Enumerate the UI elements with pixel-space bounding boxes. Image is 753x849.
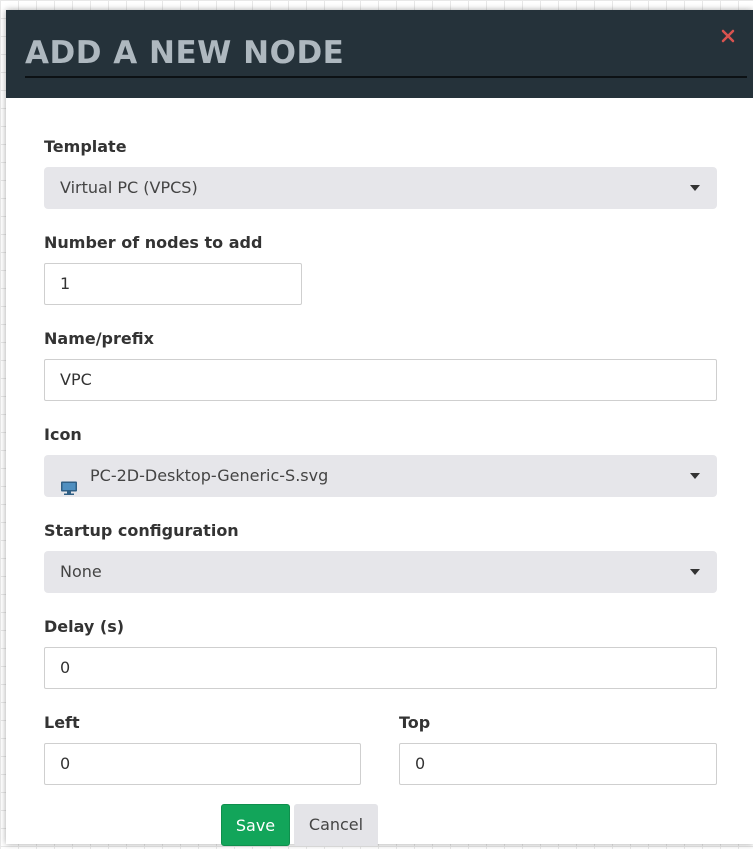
delay-field: Delay (s) 0 (44, 616, 717, 689)
count-input[interactable]: 1 (44, 263, 302, 305)
position-row: Left 0 Top 0 (44, 712, 717, 785)
delay-label: Delay (s) (44, 617, 125, 636)
name-input[interactable]: VPC (44, 359, 717, 401)
caret-down-icon (690, 473, 700, 479)
startup-label: Startup configuration (44, 521, 239, 540)
dialog-actions: Save Cancel (44, 804, 717, 846)
cancel-button[interactable]: Cancel (294, 804, 378, 846)
icon-select[interactable]: PC-2D-Desktop-Generic-S.svg (44, 455, 717, 497)
dialog-body: Template Virtual PC (VPCS) Number of nod… (6, 98, 753, 846)
delay-value: 0 (60, 658, 71, 677)
dialog-title: ADD A NEW NODE (25, 36, 747, 78)
icon-value: PC-2D-Desktop-Generic-S.svg (90, 466, 329, 485)
count-field: Number of nodes to add 1 (44, 232, 717, 305)
startup-select[interactable]: None (44, 551, 717, 593)
icon-field: Icon PC-2D-Desktop-Generic-S.svg (44, 424, 717, 497)
top-field: Top 0 (399, 712, 717, 785)
add-node-dialog: ADD A NEW NODE Template Virtual PC (VPCS… (6, 10, 753, 846)
startup-field: Startup configuration None (44, 520, 717, 593)
startup-value: None (60, 562, 102, 581)
save-button[interactable]: Save (221, 804, 290, 846)
delay-input[interactable]: 0 (44, 647, 717, 689)
caret-down-icon (690, 569, 700, 575)
name-label: Name/prefix (44, 329, 154, 348)
count-value: 1 (60, 274, 71, 293)
top-label: Top (399, 713, 431, 732)
template-value: Virtual PC (VPCS) (60, 178, 198, 197)
top-value: 0 (415, 754, 426, 773)
desktop-pc-icon (60, 469, 78, 495)
left-field: Left 0 (44, 712, 361, 785)
top-input[interactable]: 0 (399, 743, 717, 785)
name-field: Name/prefix VPC (44, 328, 717, 401)
close-icon[interactable] (721, 28, 735, 43)
name-value: VPC (60, 370, 92, 389)
dialog-header: ADD A NEW NODE (6, 10, 753, 98)
icon-label: Icon (44, 425, 82, 444)
template-field: Template Virtual PC (VPCS) (44, 136, 717, 209)
left-value: 0 (60, 754, 71, 773)
template-select[interactable]: Virtual PC (VPCS) (44, 167, 717, 209)
count-label: Number of nodes to add (44, 233, 263, 252)
left-label: Left (44, 713, 80, 732)
caret-down-icon (690, 185, 700, 191)
template-label: Template (44, 137, 127, 156)
left-input[interactable]: 0 (44, 743, 361, 785)
